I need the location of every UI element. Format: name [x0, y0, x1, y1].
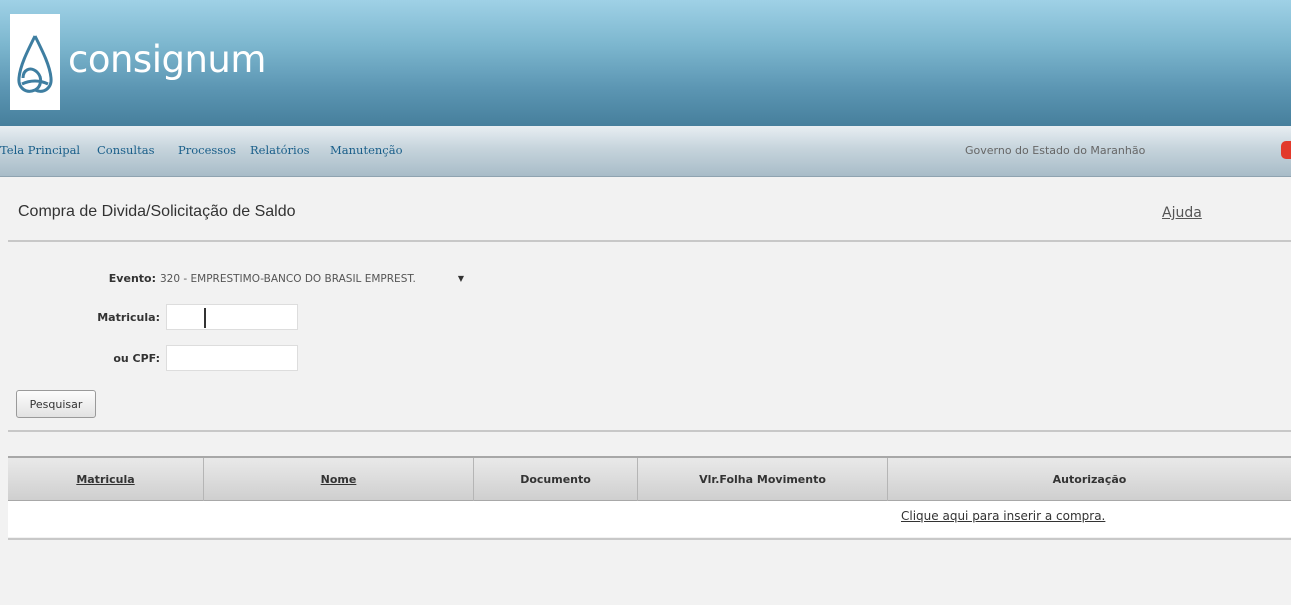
- text-cursor: [204, 308, 206, 328]
- divider: [8, 240, 1291, 242]
- organization-name: Governo do Estado do Maranhão: [965, 144, 1146, 157]
- main-nav: Tela Principal Consultas Processos Relat…: [0, 126, 1291, 177]
- nav-item-manutencao[interactable]: Manutenção: [330, 143, 403, 157]
- app-header: consignum: [0, 0, 1291, 126]
- column-header-vlr-folha: Vlr.Folha Movimento: [638, 458, 888, 501]
- nav-item-tela-principal[interactable]: Tela Principal: [0, 143, 80, 157]
- alert-icon[interactable]: [1281, 141, 1291, 159]
- evento-select[interactable]: 320 - EMPRESTIMO-BANCO DO BRASIL EMPREST…: [160, 268, 470, 290]
- column-header-nome[interactable]: Nome: [204, 458, 474, 501]
- matricula-input[interactable]: [166, 304, 298, 330]
- column-header-documento: Documento: [474, 458, 638, 501]
- results-table-header: Matricula Nome Documento Vlr.Folha Movim…: [8, 456, 1291, 501]
- results-table-body: Clique aqui para inserir a compra.: [8, 501, 1291, 537]
- evento-label: Evento:: [108, 272, 156, 285]
- consignum-logo-icon: [10, 14, 60, 110]
- column-header-matricula[interactable]: Matricula: [8, 458, 204, 501]
- chevron-down-icon: ▼: [457, 274, 464, 283]
- divider: [8, 538, 1291, 540]
- app-logo-text: consignum: [68, 38, 266, 81]
- search-button[interactable]: Pesquisar: [16, 390, 96, 418]
- cpf-input[interactable]: [166, 345, 298, 371]
- page-title: Compra de Divida/Solicitação de Saldo: [18, 203, 296, 220]
- cpf-label: ou CPF:: [113, 352, 160, 365]
- help-link[interactable]: Ajuda: [1162, 205, 1202, 221]
- insert-purchase-link[interactable]: Clique aqui para inserir a compra.: [901, 509, 1105, 523]
- nav-item-consultas[interactable]: Consultas: [97, 143, 155, 157]
- divider: [8, 430, 1291, 432]
- evento-select-value: 320 - EMPRESTIMO-BANCO DO BRASIL EMPREST…: [160, 273, 416, 285]
- nav-item-processos[interactable]: Processos: [178, 143, 236, 157]
- column-header-autorizacao: Autorização: [1052, 473, 1127, 486]
- nav-item-relatorios[interactable]: Relatórios: [250, 143, 310, 157]
- matricula-label: Matricula:: [97, 311, 160, 324]
